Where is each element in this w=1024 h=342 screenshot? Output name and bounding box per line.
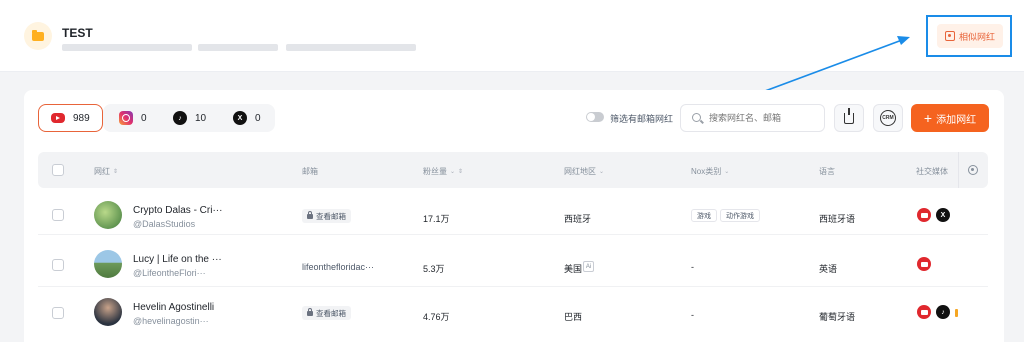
influencer-handle: @DalasStudios — [133, 219, 196, 229]
column-influencer[interactable]: 网红 ⇕ — [94, 166, 118, 177]
column-language: 语言 — [819, 166, 835, 177]
crm-icon: CRM — [880, 110, 896, 126]
chevron-down-icon: ⌄ — [599, 169, 605, 175]
followers-value: 5.3万 — [423, 264, 445, 274]
chevron-down-icon: ⌄ — [450, 169, 456, 175]
sort-icon: ⇕ — [458, 169, 464, 175]
platform-count: 10 — [195, 112, 207, 124]
export-icon — [844, 107, 854, 124]
add-influencer-button[interactable]: + 添加网红 — [911, 104, 989, 132]
add-influencer-label: 添加网红 — [936, 114, 977, 126]
youtube-icon — [51, 113, 65, 123]
region-value: 西班牙 — [564, 214, 592, 224]
category-tag: 游戏 — [691, 209, 717, 222]
column-label: 邮箱 — [302, 167, 318, 176]
gear-icon[interactable] — [968, 165, 978, 175]
column-email: 邮箱 — [302, 166, 318, 177]
overflow-indicator — [955, 309, 958, 317]
row-checkbox[interactable] — [52, 307, 64, 319]
language-value: 西班牙语 — [819, 214, 856, 224]
influencer-handle: @LifeontheFlori··· — [133, 268, 206, 278]
export-button[interactable] — [834, 104, 864, 132]
youtube-icon[interactable] — [917, 208, 931, 222]
row-checkbox[interactable] — [52, 209, 64, 221]
region-value: 巴西 — [564, 312, 583, 322]
column-label: 网红地区 — [564, 167, 596, 176]
row-divider — [38, 234, 988, 235]
plus-icon: + — [923, 110, 933, 126]
platform-count: 0 — [141, 112, 147, 124]
column-region[interactable]: 网红地区 ⌄ — [564, 166, 604, 177]
platform-count: 0 — [255, 112, 261, 124]
select-all-checkbox[interactable] — [52, 164, 64, 176]
avatar[interactable] — [94, 298, 122, 326]
region-value: 美国 — [564, 264, 583, 274]
avatar[interactable] — [94, 201, 122, 229]
view-email-button[interactable]: 查看邮箱 — [302, 209, 351, 223]
lock-icon — [307, 210, 313, 219]
email-filter-toggle[interactable] — [586, 112, 604, 122]
platform-tab-x[interactable]: X 0 — [233, 104, 261, 132]
column-social: 社交媒体 — [916, 166, 948, 177]
followers-value: 17.1万 — [423, 214, 450, 224]
column-nox-category[interactable]: Nox类别 ⌄ — [691, 166, 729, 177]
crm-button[interactable]: CRM — [873, 104, 903, 132]
view-email-label: 查看邮箱 — [316, 211, 346, 221]
platform-tab-youtube[interactable]: 989 — [38, 104, 103, 132]
followers-value: 4.76万 — [423, 312, 450, 322]
influencer-name[interactable]: Lucy | Life on the ··· — [133, 254, 222, 265]
youtube-icon[interactable] — [917, 305, 931, 319]
column-divider — [958, 152, 959, 188]
tiktok-icon[interactable]: ♪ — [936, 305, 950, 319]
instagram-icon — [119, 111, 133, 125]
influencer-name[interactable]: Hevelin Agostinelli — [133, 302, 214, 313]
search-icon — [692, 113, 701, 122]
category-value: - — [691, 310, 694, 320]
column-label: 社交媒体 — [916, 167, 948, 176]
table-header — [38, 152, 988, 188]
column-label: 粉丝量 — [423, 167, 447, 176]
column-label: 语言 — [819, 167, 835, 176]
influencer-handle: @hevelinagostin··· — [133, 316, 209, 326]
category-tag: 动作游戏 — [720, 209, 760, 222]
ai-icon[interactable]: Ai — [583, 261, 594, 272]
language-value: 葡萄牙语 — [819, 312, 856, 322]
x-icon: X — [233, 111, 247, 125]
column-label: 网红 — [94, 167, 110, 176]
sort-icon: ⇕ — [113, 169, 119, 175]
x-icon[interactable]: X — [936, 208, 950, 222]
email-filter-label: 筛选有邮箱网红 — [610, 114, 674, 124]
row-divider — [38, 286, 988, 287]
search-input[interactable] — [680, 104, 825, 132]
column-followers[interactable]: 粉丝量 ⌄ ⇕ — [423, 166, 463, 177]
youtube-icon[interactable] — [917, 257, 931, 271]
platform-count: 989 — [73, 112, 90, 124]
lock-icon — [307, 307, 313, 316]
platform-tab-instagram[interactable]: 0 — [119, 104, 147, 132]
category-value: - — [691, 262, 694, 272]
view-email-button[interactable]: 查看邮箱 — [302, 306, 351, 320]
chevron-down-icon: ⌄ — [724, 169, 730, 175]
column-label: Nox类别 — [691, 167, 722, 176]
avatar[interactable] — [94, 250, 122, 278]
view-email-label: 查看邮箱 — [316, 308, 346, 318]
influencer-name[interactable]: Crypto Dalas - Cri··· — [133, 205, 222, 216]
tiktok-icon: ♪ — [173, 111, 187, 125]
row-checkbox[interactable] — [52, 259, 64, 271]
email-value[interactable]: lifeonthefloridac··· — [302, 262, 374, 272]
platform-tab-tiktok[interactable]: ♪ 10 — [173, 104, 206, 132]
language-value: 英语 — [819, 264, 838, 274]
